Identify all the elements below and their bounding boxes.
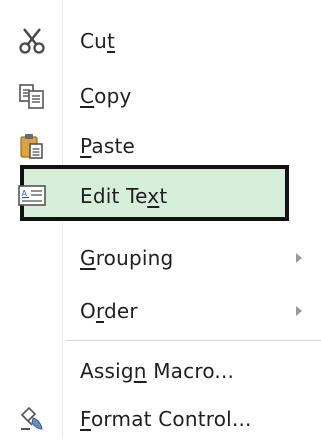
- paste-icon: [18, 132, 46, 160]
- menu-item-label: Edit Text: [80, 184, 168, 208]
- menu-item-order[interactable]: Order: [0, 285, 321, 337]
- svg-text:A: A: [22, 189, 28, 198]
- scissors-icon: [18, 27, 46, 55]
- menu-item-cut[interactable]: Cut: [0, 15, 321, 67]
- menu-item-label: Cut: [80, 29, 116, 53]
- context-menu: Cut Copy Paste A Edit Text Grouping Orde…: [0, 0, 321, 439]
- menu-item-format-control[interactable]: Format Control...: [0, 393, 321, 445]
- menu-item-label: Order: [80, 299, 138, 323]
- menu-item-label: Grouping: [80, 246, 174, 270]
- menu-item-copy[interactable]: Copy: [0, 70, 321, 122]
- menu-item-grouping[interactable]: Grouping: [0, 232, 321, 284]
- submenu-arrow-icon: [296, 253, 302, 263]
- menu-item-label: Assign Macro...: [80, 359, 235, 383]
- menu-item-assign-macro[interactable]: Assign Macro...: [0, 345, 321, 397]
- submenu-arrow-icon: [296, 306, 302, 316]
- menu-separator: [66, 340, 321, 341]
- edit-text-icon: A: [18, 182, 46, 210]
- menu-item-paste[interactable]: Paste: [0, 120, 321, 172]
- menu-item-edit-text[interactable]: A Edit Text: [0, 170, 321, 222]
- format-control-icon: [18, 405, 46, 433]
- menu-item-label: Copy: [80, 84, 132, 108]
- menu-item-label: Format Control...: [80, 407, 252, 431]
- menu-item-label: Paste: [80, 134, 135, 158]
- copy-icon: [18, 82, 46, 110]
